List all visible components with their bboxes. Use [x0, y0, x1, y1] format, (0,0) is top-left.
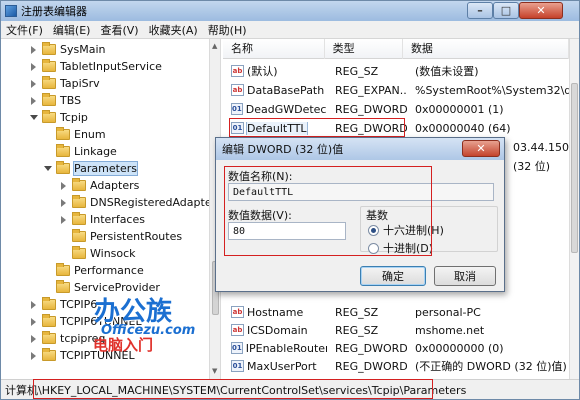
- folder-icon: [42, 297, 56, 310]
- value-row-hostname[interactable]: ab Hostname REG_SZ personal-PC: [223, 303, 569, 321]
- window-title: 注册表编辑器: [21, 5, 87, 18]
- value-row-deadgwdetect[interactable]: 01DeadGWDetec...REG_DWORD0x00000001 (1): [223, 100, 569, 118]
- tree-item-tcpip[interactable]: Tcpip: [29, 109, 88, 126]
- column-header-name[interactable]: 名称: [223, 39, 325, 59]
- expand-arrow-icon[interactable]: [29, 317, 38, 326]
- folder-icon: [72, 195, 86, 208]
- tree-item-winsock[interactable]: Winsock: [59, 245, 136, 262]
- expand-arrow-icon[interactable]: [29, 79, 38, 88]
- folder-icon: [42, 348, 56, 361]
- tree-item-tcpip6[interactable]: TCPIP6: [29, 296, 97, 313]
- cancel-button[interactable]: 取消: [434, 266, 496, 286]
- column-header-data[interactable]: 数据: [403, 39, 569, 59]
- expand-arrow-icon[interactable]: [59, 198, 68, 207]
- highlight-box-dialog-fields: [224, 166, 432, 256]
- menu-edit[interactable]: 编辑(E): [48, 22, 96, 38]
- collapse-arrow-icon[interactable]: [43, 164, 52, 173]
- folder-icon: [42, 42, 56, 55]
- folder-icon: [42, 76, 56, 89]
- tree-item-sysmain[interactable]: SysMain: [29, 41, 105, 58]
- expand-arrow-icon[interactable]: [29, 351, 38, 360]
- value-row-maxuserport[interactable]: 01 MaxUserPort REG_DWORD (不正确的 DWORD (32 位)…: [223, 357, 569, 375]
- menu-help[interactable]: 帮助(H): [203, 22, 252, 38]
- string-value-icon: ab: [231, 324, 244, 336]
- tree-item-parameters[interactable]: Parameters: [43, 160, 138, 177]
- tree-item-tabletinputservice[interactable]: TabletInputService: [29, 58, 162, 75]
- menu-view[interactable]: 查看(V): [95, 22, 143, 38]
- folder-icon: [56, 263, 70, 276]
- value-list-scrollbar[interactable]: [569, 39, 579, 379]
- highlight-box-defaultttl: [229, 118, 405, 137]
- ok-button[interactable]: 确定: [360, 266, 426, 286]
- menu-file[interactable]: 文件(F): [1, 22, 48, 38]
- menu-bar: 文件(F) 编辑(E) 查看(V) 收藏夹(A) 帮助(H): [1, 21, 579, 39]
- string-value-icon: ab: [231, 84, 244, 96]
- expand-arrow-icon[interactable]: [29, 45, 38, 54]
- title-bar: 注册表编辑器 – □ ✕: [1, 1, 579, 21]
- column-header-type[interactable]: 类型: [325, 39, 403, 59]
- folder-icon: [42, 314, 56, 327]
- folder-icon: [72, 229, 86, 242]
- highlight-box-path: [33, 379, 433, 399]
- expand-arrow-icon[interactable]: [29, 96, 38, 105]
- folder-icon: [56, 144, 70, 157]
- folder-icon: [72, 178, 86, 191]
- expand-arrow-icon[interactable]: [29, 62, 38, 71]
- tree-item-performance[interactable]: Performance: [43, 262, 144, 279]
- expand-arrow-icon[interactable]: [59, 181, 68, 190]
- tree-item-enum[interactable]: Enum: [43, 126, 106, 143]
- value-row-icsdomain[interactable]: ab ICSDomain REG_SZ mshome.net: [223, 321, 569, 339]
- value-row-ipenablerouter[interactable]: 01 IPEnableRouter REG_DWORD 0x00000000 (0): [223, 339, 569, 357]
- expand-arrow-icon[interactable]: [29, 334, 38, 343]
- tree-item-interfaces[interactable]: Interfaces: [59, 211, 145, 228]
- dword-value-icon: 01: [231, 342, 243, 354]
- folder-icon: [56, 127, 70, 140]
- folder-icon: [56, 280, 70, 293]
- dialog-close-button[interactable]: ✕: [462, 140, 500, 157]
- expand-arrow-icon[interactable]: [29, 300, 38, 309]
- folder-icon: [42, 93, 56, 106]
- menu-favorites[interactable]: 收藏夹(A): [144, 22, 203, 38]
- tree-item-linkage[interactable]: Linkage: [43, 143, 117, 160]
- folder-icon: [72, 246, 86, 259]
- folder-icon: [72, 212, 86, 225]
- dialog-title-bar: 编辑 DWORD (32 位)值 ✕: [216, 138, 504, 160]
- edit-dword-dialog: 编辑 DWORD (32 位)值 ✕ 数值名称(N): DefaultTTL 数…: [215, 137, 505, 292]
- tree-item-adapters[interactable]: Adapters: [59, 177, 139, 194]
- string-value-icon: ab: [231, 306, 244, 318]
- value-list-header: 名称 类型 数据: [223, 39, 569, 59]
- minimize-button[interactable]: –: [467, 2, 493, 19]
- string-value-icon: ab: [231, 65, 244, 77]
- tree-item-tapisrv[interactable]: TapiSrv: [29, 75, 100, 92]
- expand-arrow-icon[interactable]: [59, 215, 68, 224]
- watermark-slogan: 电脑入门: [93, 336, 154, 354]
- folder-icon: [42, 331, 56, 344]
- dword-value-icon: 01: [231, 360, 244, 372]
- close-button[interactable]: ✕: [519, 2, 563, 19]
- value-list-scroll-thumb[interactable]: [571, 83, 578, 253]
- tree-item-dnsregisteredadapters[interactable]: DNSRegisteredAdapters: [59, 194, 209, 211]
- scroll-up-arrow-icon[interactable]: ▲: [212, 42, 217, 50]
- dword-value-icon: 01: [231, 103, 243, 115]
- tree-item-tbs[interactable]: TBS: [29, 92, 81, 109]
- collapse-arrow-icon[interactable]: [29, 113, 38, 122]
- maximize-button[interactable]: □: [493, 2, 519, 19]
- tree-item-persistentroutes[interactable]: PersistentRoutes: [59, 228, 182, 245]
- folder-icon: [42, 59, 56, 72]
- folder-open-icon: [56, 161, 70, 174]
- value-row-default[interactable]: ab (默认) REG_SZ (数值未设置): [223, 62, 569, 80]
- value-row-databasepath[interactable]: ab DataBasePath REG_EXPAN... %SystemRoot%\S…: [223, 81, 569, 99]
- scroll-down-arrow-icon[interactable]: ▼: [212, 367, 217, 375]
- folder-open-icon: [42, 110, 56, 123]
- registry-editor-icon: [5, 5, 17, 17]
- dialog-title: 编辑 DWORD (32 位)值: [222, 143, 344, 156]
